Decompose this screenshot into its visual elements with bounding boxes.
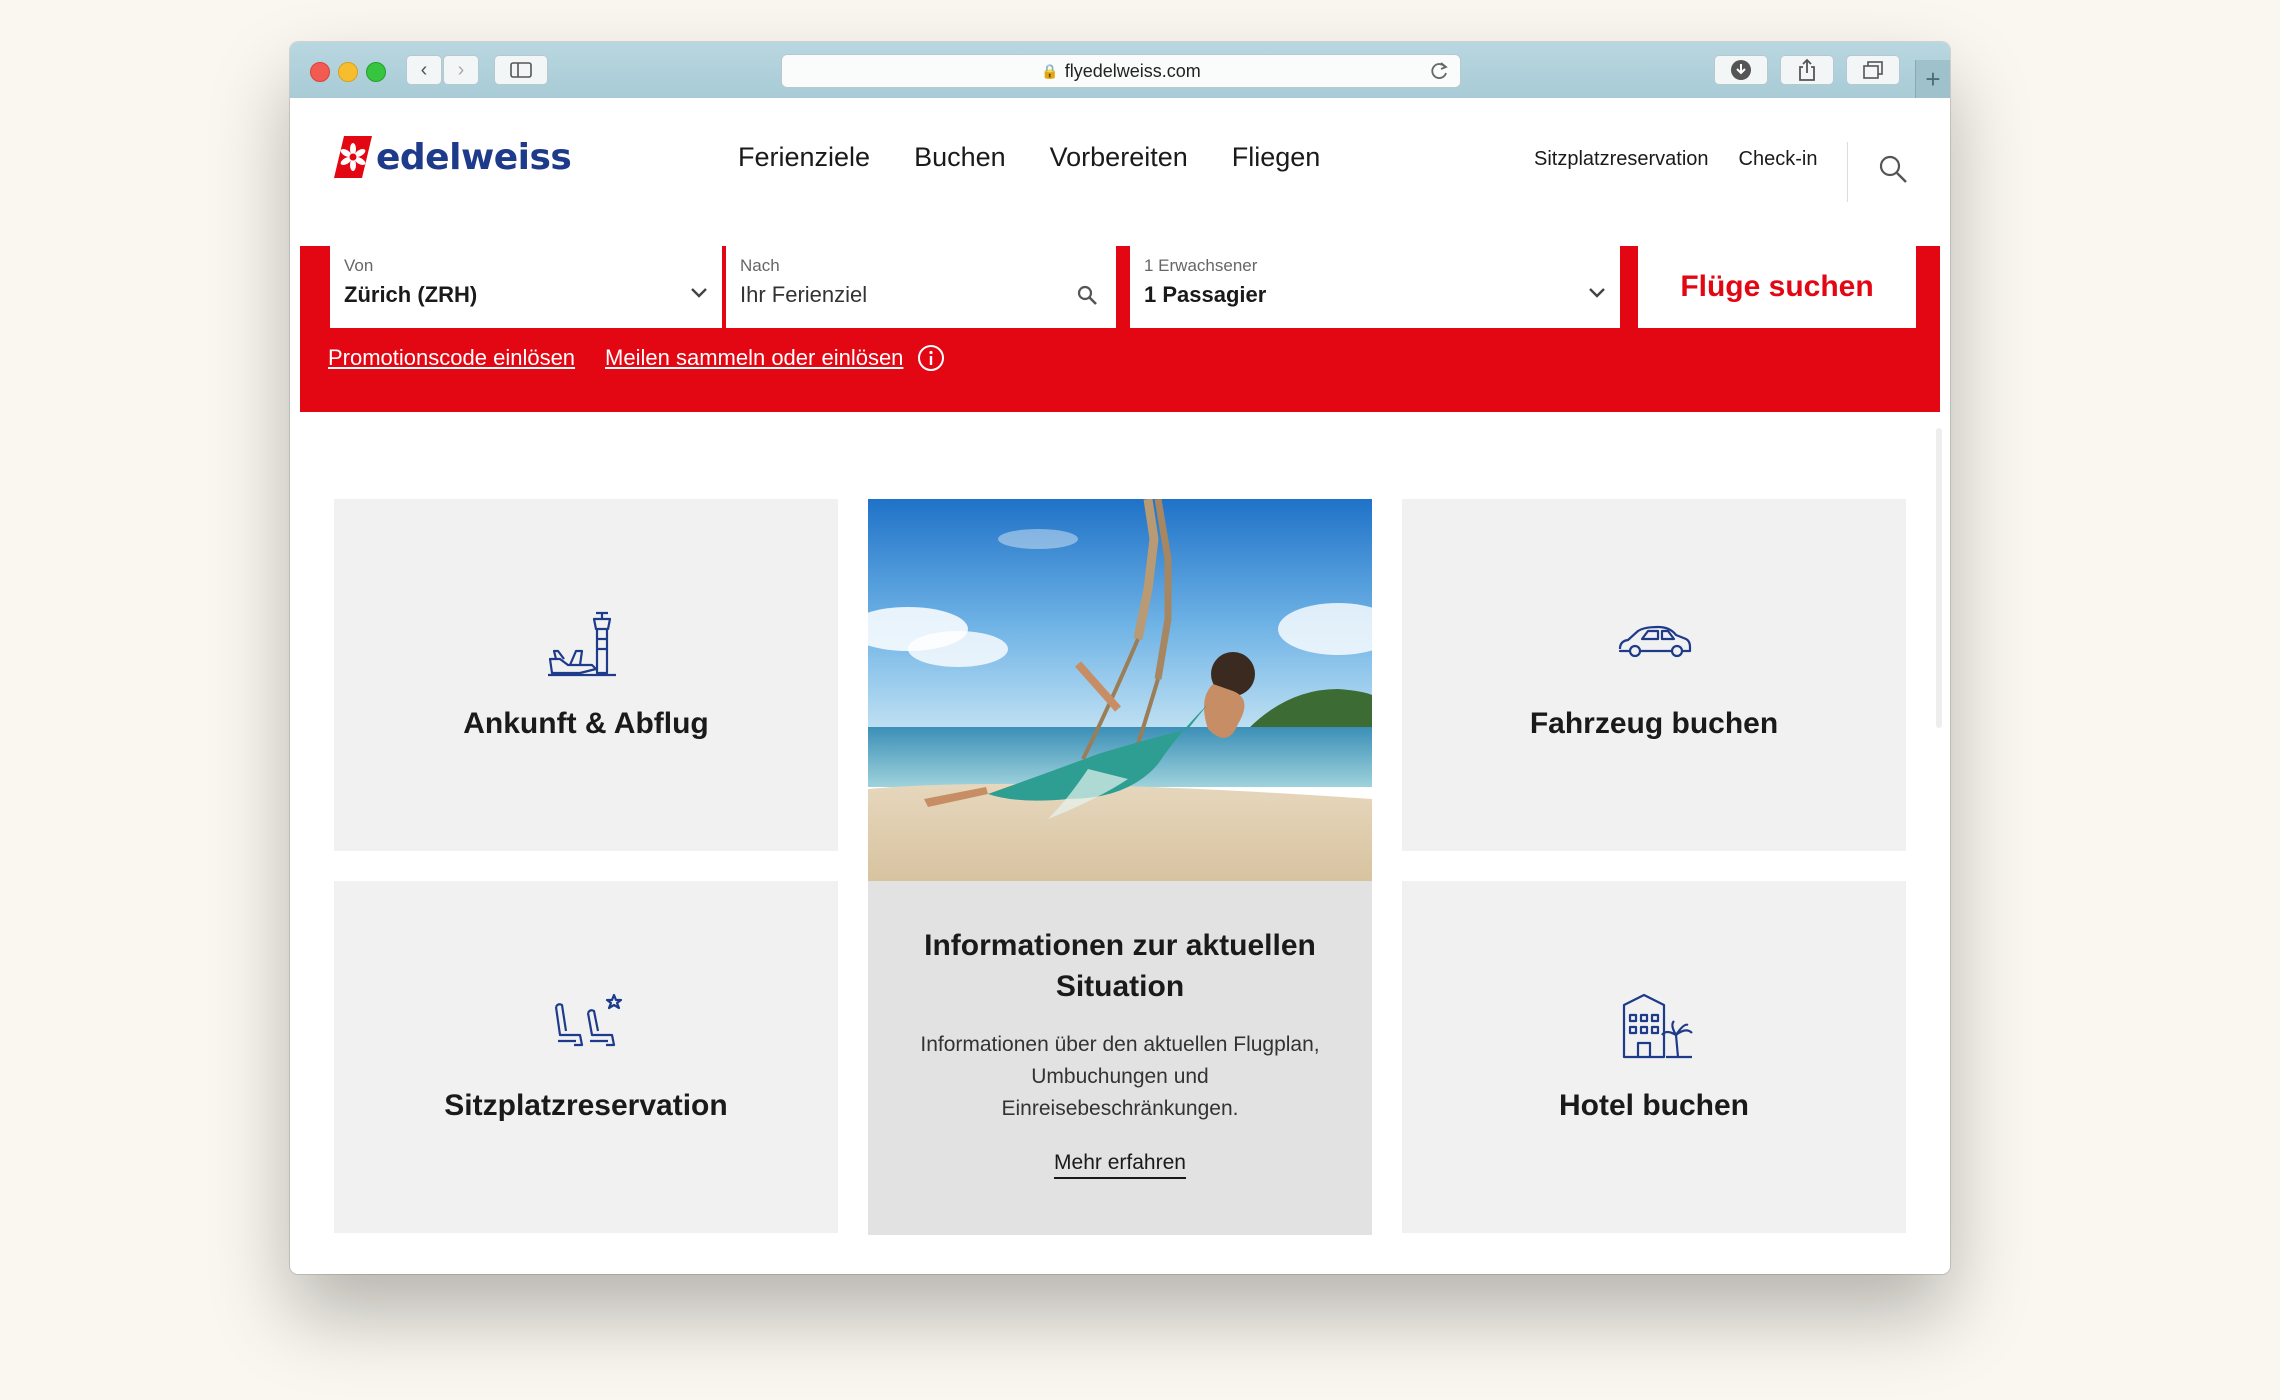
nav-fliegen[interactable]: Fliegen (1232, 142, 1321, 173)
to-label: Nach (740, 256, 780, 275)
airport-tower-icon (548, 611, 616, 677)
tabs-icon (1863, 61, 1883, 79)
tile-arrival-departure[interactable]: Ankunft & Abflug (334, 499, 838, 851)
seats-star-icon (554, 993, 623, 1047)
nav-vorbereiten[interactable]: Vorbereiten (1050, 142, 1188, 173)
search-flights-button[interactable]: Flüge suchen (1638, 246, 1916, 328)
to-placeholder: Ihr Ferienziel (740, 282, 868, 307)
car-icon (1618, 625, 1692, 658)
zoom-window-button[interactable] (366, 62, 386, 82)
page-scrollbar[interactable] (1936, 428, 1942, 728)
browser-toolbar: ‹ › 🔒 flyedelweiss.com + (290, 42, 1950, 99)
header-divider (1847, 142, 1848, 202)
minimize-window-button[interactable] (338, 62, 358, 82)
share-button[interactable] (1780, 55, 1834, 85)
sidebar-toggle-button[interactable] (494, 55, 548, 85)
edelweiss-logo[interactable]: edelweiss (334, 134, 572, 180)
search-icon (1077, 285, 1097, 305)
promo-code-link[interactable]: Promotionscode einlösen (328, 345, 575, 371)
covid-info-card: Informationen zur aktuellen Situation In… (868, 881, 1372, 1235)
promo-image (868, 499, 1372, 881)
tile-title: Hotel buchen (1558, 1089, 1749, 1122)
miles-link[interactable]: Meilen sammeln oder einlösen (605, 345, 903, 371)
sidebar-icon (510, 62, 532, 78)
tile-title: Sitzplatzreservation (444, 1089, 728, 1122)
share-icon (1799, 58, 1815, 81)
tabs-overview-button[interactable] (1846, 55, 1900, 85)
search-icon[interactable] (1878, 154, 1908, 184)
passenger-field[interactable]: 1 Erwachsener 1 Passagier (1130, 246, 1620, 328)
forward-icon: › (457, 58, 465, 81)
nav-buchen[interactable]: Buchen (914, 142, 1006, 173)
info-icon[interactable] (917, 344, 945, 372)
logo-text: edelweiss (376, 136, 572, 178)
tile-seat-reservation[interactable]: Sitzplatzreservation (334, 881, 838, 1233)
nav-ferienziele[interactable]: Ferienziele (738, 142, 870, 173)
passenger-value: 1 Passagier (1144, 282, 1267, 307)
main-navigation: Ferienziele Buchen Vorbereiten Fliegen (738, 142, 1320, 173)
downloads-button[interactable] (1714, 55, 1768, 85)
reload-icon[interactable] (1428, 59, 1450, 83)
url-text: flyedelweiss.com (1064, 60, 1201, 81)
more-info-link[interactable]: Mehr erfahren (1054, 1151, 1186, 1179)
tile-car-rental[interactable]: Fahrzeug buchen (1402, 499, 1906, 851)
to-field[interactable]: Nach Ihr Ferienziel (726, 246, 1116, 328)
passenger-label: 1 Erwachsener (1144, 256, 1258, 275)
plus-icon: + (1925, 63, 1941, 94)
meta-navigation: Sitzplatzreservation Check-in (1534, 148, 1817, 171)
booking-links: Promotionscode einlösen Meilen sammeln o… (328, 344, 945, 372)
promo-text: Informationen über den aktuellen Flug­pl… (920, 1033, 1320, 1120)
tile-hotel-booking[interactable]: Hotel buchen (1402, 881, 1906, 1233)
meta-link-sitzplatzreservation[interactable]: Sitzplatzreservation (1534, 148, 1709, 171)
browser-window: ‹ › 🔒 flyedelweiss.com + edelweiss Ferie… (290, 42, 1950, 1274)
back-button[interactable]: ‹ (406, 55, 442, 85)
chevron-down-icon (1589, 288, 1605, 298)
address-bar[interactable]: 🔒 flyedelweiss.com (781, 54, 1461, 88)
meta-link-check-in[interactable]: Check-in (1739, 148, 1818, 171)
lock-icon: 🔒 (1041, 62, 1059, 79)
tile-title: Fahrzeug buchen (1529, 707, 1779, 740)
hotel-palm-icon (1622, 993, 1693, 1059)
new-tab-button[interactable]: + (1915, 60, 1950, 98)
close-window-button[interactable] (310, 62, 330, 82)
chevron-down-icon (691, 288, 707, 298)
edelweiss-flower-icon (334, 136, 372, 178)
forward-button[interactable]: › (443, 55, 479, 85)
back-icon: ‹ (420, 58, 428, 81)
flight-search-bar: Von Zürich (ZRH) Nach Ihr Ferienziel 1 E… (300, 246, 1940, 412)
from-label: Von (344, 256, 374, 275)
from-value: Zürich (ZRH) (344, 282, 478, 307)
download-icon (1731, 60, 1751, 80)
beach-swing-photo (868, 499, 1372, 881)
from-field[interactable]: Von Zürich (ZRH) (330, 246, 722, 328)
tile-title: Ankunft & Abflug (463, 707, 709, 740)
promo-title: Informationen zur aktuellen Situation (924, 929, 1316, 1003)
